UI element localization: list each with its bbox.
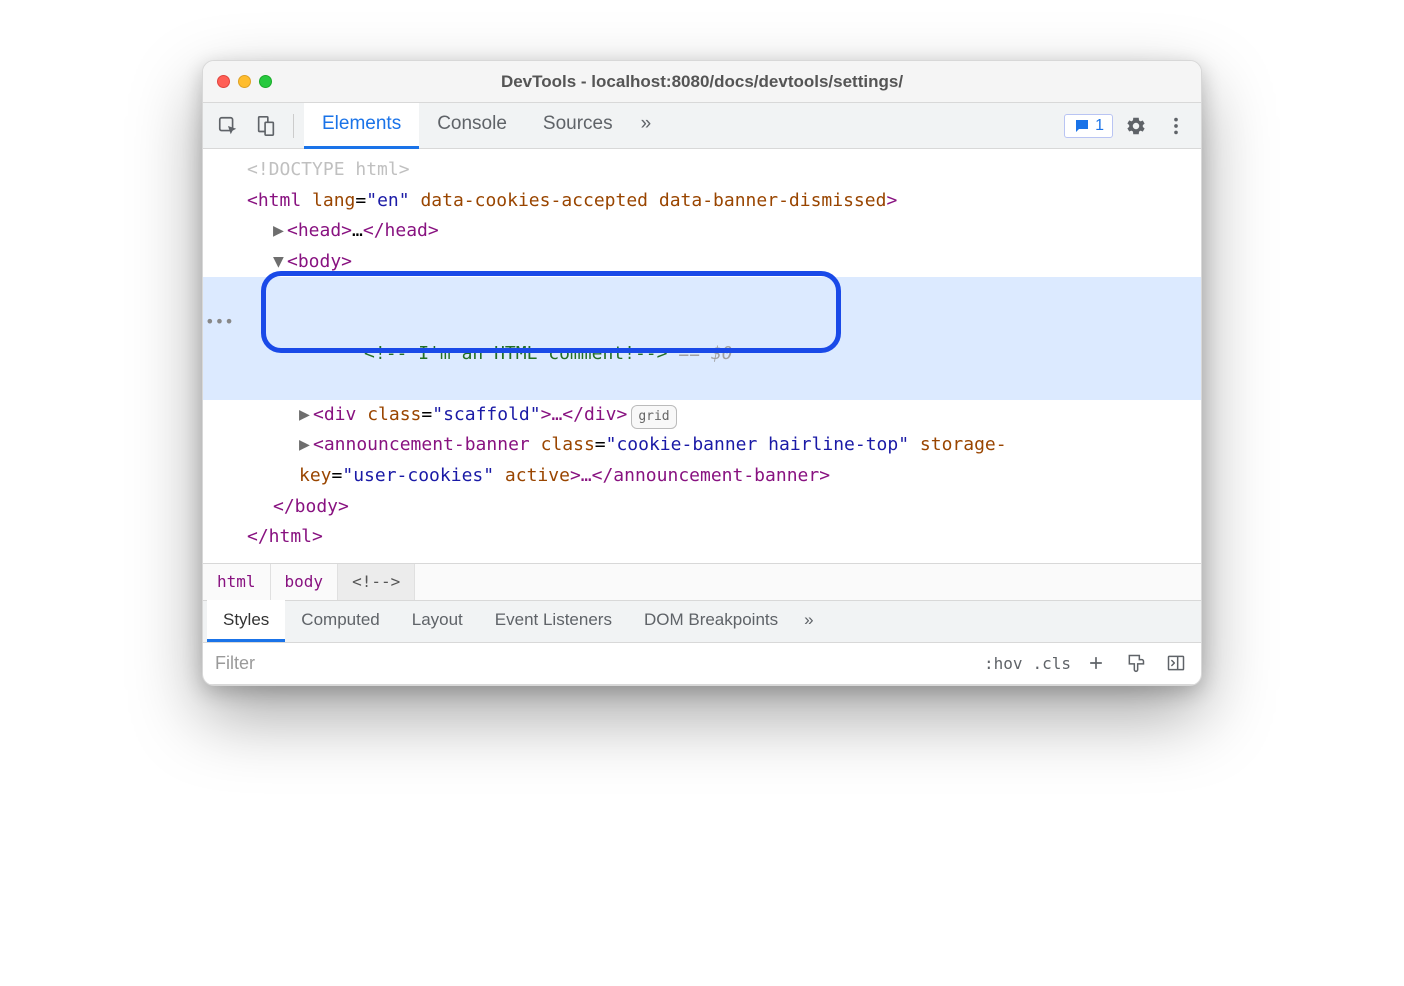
- paint-icon[interactable]: [1121, 648, 1151, 678]
- subtab-events[interactable]: Event Listeners: [479, 600, 628, 642]
- window-title: DevTools - localhost:8080/docs/devtools/…: [203, 72, 1201, 92]
- crumb-html[interactable]: html: [203, 564, 271, 600]
- zoom-dot[interactable]: [259, 75, 272, 88]
- announcement-line-1[interactable]: ▶<announcement-banner class="cookie-bann…: [203, 430, 1201, 461]
- body-open-line[interactable]: ▼<body>: [203, 247, 1201, 278]
- main-tabs: Elements Console Sources »: [304, 103, 661, 149]
- minimize-dot[interactable]: [238, 75, 251, 88]
- issues-badge[interactable]: 1: [1064, 114, 1113, 138]
- toolbar: Elements Console Sources » 1: [203, 103, 1201, 149]
- styles-subtabs: Styles Computed Layout Event Listeners D…: [203, 601, 1201, 643]
- toolbar-left: Elements Console Sources »: [211, 103, 661, 149]
- filter-bar: Filter :hov .cls: [203, 643, 1201, 685]
- subtab-layout[interactable]: Layout: [396, 600, 479, 642]
- hov-toggle[interactable]: :hov: [984, 654, 1023, 673]
- announcement-line-2[interactable]: key="user-cookies" active>…</announcemen…: [203, 461, 1201, 492]
- doctype-line[interactable]: <!DOCTYPE html>: [203, 155, 1201, 186]
- tabs-overflow[interactable]: »: [631, 103, 662, 149]
- breadcrumb: html body <!-->: [203, 563, 1201, 601]
- dollar-ref: == $0: [678, 343, 732, 364]
- kebab-icon[interactable]: [1159, 109, 1193, 143]
- titlebar: DevTools - localhost:8080/docs/devtools/…: [203, 61, 1201, 103]
- close-dot[interactable]: [217, 75, 230, 88]
- dom-tree[interactable]: <!DOCTYPE html> <html lang="en" data-coo…: [203, 149, 1201, 563]
- crumb-comment[interactable]: <!-->: [338, 564, 415, 600]
- device-icon[interactable]: [249, 109, 283, 143]
- separator: [293, 114, 294, 138]
- subtab-styles[interactable]: Styles: [207, 600, 285, 642]
- head-line[interactable]: ▶<head>…</head>: [203, 216, 1201, 247]
- filter-input[interactable]: Filter: [203, 643, 974, 684]
- devtools-window: DevTools - localhost:8080/docs/devtools/…: [202, 60, 1202, 686]
- filter-tools: :hov .cls: [974, 648, 1201, 678]
- new-style-icon[interactable]: [1081, 648, 1111, 678]
- selected-comment-row[interactable]: ••• <!-- I'm an HTML comment!--> == $0: [203, 277, 1201, 399]
- tab-elements[interactable]: Elements: [304, 103, 419, 149]
- scaffold-line[interactable]: ▶<div class="scaffold">…</div>grid: [203, 400, 1201, 431]
- tab-console[interactable]: Console: [419, 103, 525, 149]
- subtabs-overflow[interactable]: »: [794, 600, 823, 642]
- inspect-icon[interactable]: [211, 109, 245, 143]
- crumb-body[interactable]: body: [271, 564, 339, 600]
- traffic-lights: [217, 75, 272, 88]
- html-comment: <!-- I'm an HTML comment!-->: [364, 343, 667, 364]
- subtab-computed[interactable]: Computed: [285, 600, 395, 642]
- grid-badge[interactable]: grid: [631, 405, 676, 429]
- row-actions-icon[interactable]: •••: [205, 308, 234, 335]
- cls-toggle[interactable]: .cls: [1032, 654, 1071, 673]
- subtab-dombp[interactable]: DOM Breakpoints: [628, 600, 794, 642]
- tab-sources[interactable]: Sources: [525, 103, 631, 149]
- body-close-line[interactable]: </body>: [203, 492, 1201, 523]
- html-open-line[interactable]: <html lang="en" data-cookies-accepted da…: [203, 186, 1201, 217]
- toolbar-right: 1: [1064, 109, 1193, 143]
- issues-count: 1: [1095, 117, 1104, 135]
- settings-icon[interactable]: [1119, 109, 1153, 143]
- html-close-line[interactable]: </html>: [203, 522, 1201, 553]
- panel-toggle-icon[interactable]: [1161, 648, 1191, 678]
